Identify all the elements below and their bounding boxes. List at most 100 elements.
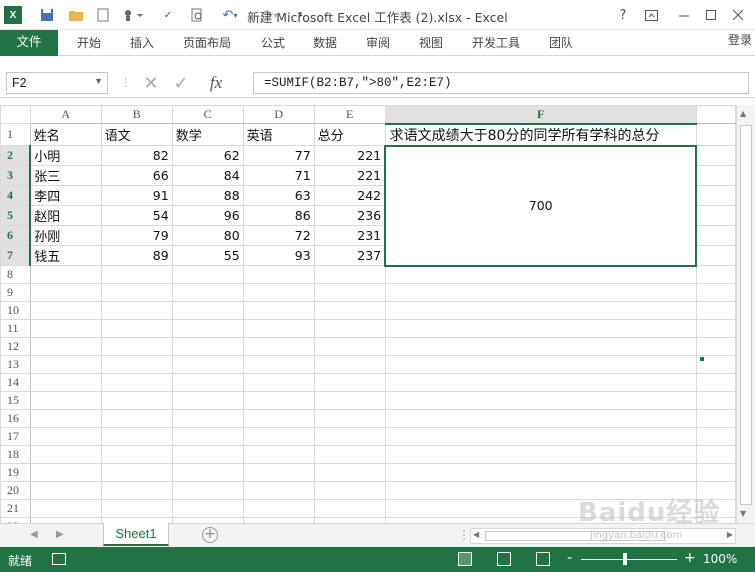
cell-d2[interactable]: 77 [242, 145, 315, 166]
cell[interactable] [242, 427, 315, 446]
cell-c7[interactable]: 55 [171, 245, 244, 266]
vertical-scrollbar[interactable]: ▲ ▼ [736, 105, 755, 523]
previous-sheet-icon[interactable]: ◀ [30, 529, 38, 540]
cell[interactable] [100, 481, 173, 500]
row-header[interactable]: 2 [0, 145, 32, 166]
cell[interactable] [695, 205, 736, 226]
cell[interactable] [242, 283, 315, 302]
cell[interactable] [171, 319, 244, 338]
cell-d7[interactable]: 93 [242, 245, 315, 266]
cell-c1[interactable]: 数学 [171, 123, 244, 146]
cell[interactable] [313, 337, 386, 356]
cell[interactable] [384, 337, 697, 356]
cell-a7[interactable]: 钱五 [29, 245, 102, 266]
row-header[interactable]: 11 [0, 319, 31, 338]
cell[interactable] [384, 301, 697, 320]
cell-d3[interactable]: 71 [242, 165, 315, 186]
row-header[interactable]: 20 [0, 481, 31, 500]
cell[interactable] [100, 499, 173, 518]
column-header-c[interactable]: C [171, 105, 244, 124]
zoom-in-button[interactable]: + [684, 550, 696, 566]
cell[interactable] [171, 301, 244, 320]
cell[interactable] [100, 283, 173, 302]
cell[interactable] [695, 265, 736, 284]
cell[interactable] [242, 265, 315, 284]
minimize-icon[interactable] [673, 5, 695, 25]
cell[interactable] [29, 409, 102, 428]
cell-e2[interactable]: 221 [313, 145, 386, 166]
cell[interactable] [242, 481, 315, 500]
cell-e5[interactable]: 236 [313, 205, 386, 226]
cell[interactable] [695, 337, 736, 356]
cell[interactable] [171, 337, 244, 356]
cell-e3[interactable]: 221 [313, 165, 386, 186]
zoom-slider-thumb[interactable] [623, 553, 627, 565]
cell[interactable] [695, 225, 736, 246]
cell[interactable] [384, 409, 697, 428]
cell[interactable] [171, 499, 244, 518]
row-header[interactable]: 8 [0, 265, 31, 284]
cell[interactable] [29, 391, 102, 410]
tab-insert[interactable]: 插入 [130, 33, 154, 53]
cell-c2[interactable]: 62 [171, 145, 244, 166]
selected-merged-cell-f2[interactable]: 700 [384, 144, 698, 267]
cell-f1[interactable]: 求语文成绩大于80分的同学所有学科的总分 [384, 123, 697, 146]
cell[interactable] [695, 391, 736, 410]
cell[interactable] [313, 319, 386, 338]
cell-e7[interactable]: 237 [313, 245, 386, 266]
cell[interactable] [100, 463, 173, 482]
cell[interactable] [313, 355, 386, 374]
worksheet-grid[interactable]: A B C D E F 1 姓名 语文 数学 英语 总分 求语文成绩大于80分的… [0, 105, 736, 523]
cell-e6[interactable]: 231 [313, 225, 386, 246]
cell[interactable] [100, 265, 173, 284]
zoom-level[interactable]: 100% [703, 552, 737, 566]
tab-review[interactable]: 审阅 [366, 33, 390, 53]
cell-b1[interactable]: 语文 [100, 123, 173, 146]
cell[interactable] [313, 373, 386, 392]
cell[interactable] [695, 463, 736, 482]
maximize-icon[interactable] [700, 5, 722, 25]
cell-b4[interactable]: 91 [100, 185, 173, 206]
sheet-tab-sheet1[interactable]: Sheet1 [103, 523, 169, 546]
add-sheet-icon[interactable]: + [202, 527, 218, 543]
insert-function-icon[interactable]: fx [196, 73, 236, 93]
cell[interactable] [29, 283, 102, 302]
next-sheet-icon[interactable]: ▶ [56, 529, 64, 540]
row-header[interactable]: 12 [0, 337, 31, 356]
cell-a3[interactable]: 张三 [29, 165, 102, 186]
cell[interactable] [695, 245, 736, 266]
cell-c3[interactable]: 84 [171, 165, 244, 186]
tab-home[interactable]: 开始 [77, 33, 101, 53]
cell[interactable] [695, 165, 736, 186]
cell[interactable] [695, 123, 736, 146]
select-all-corner[interactable] [0, 105, 31, 124]
close-icon[interactable] [727, 5, 749, 25]
row-header[interactable]: 7 [0, 245, 32, 266]
row-header[interactable]: 18 [0, 445, 31, 464]
cell-b7[interactable]: 89 [100, 245, 173, 266]
scroll-right-icon[interactable]: ▶ [727, 530, 733, 539]
cell-b6[interactable]: 79 [100, 225, 173, 246]
tab-file[interactable]: 文件 [0, 30, 58, 56]
cell-d4[interactable]: 63 [242, 185, 315, 206]
column-header-e[interactable]: E [313, 105, 386, 124]
cell[interactable] [695, 319, 736, 338]
cell[interactable] [242, 391, 315, 410]
tab-team[interactable]: 团队 [549, 33, 573, 53]
scroll-up-icon[interactable]: ▲ [740, 109, 746, 118]
vertical-scroll-thumb[interactable] [740, 125, 752, 505]
cell[interactable] [100, 319, 173, 338]
cell[interactable] [171, 265, 244, 284]
cell[interactable] [171, 373, 244, 392]
cell[interactable] [384, 427, 697, 446]
cell[interactable] [171, 463, 244, 482]
cell[interactable] [242, 445, 315, 464]
cell[interactable] [313, 499, 386, 518]
cell[interactable] [29, 373, 102, 392]
cell-a1[interactable]: 姓名 [29, 123, 102, 146]
cell[interactable] [29, 445, 102, 464]
cell[interactable] [29, 499, 102, 518]
cell-b3[interactable]: 66 [100, 165, 173, 186]
page-break-view-icon[interactable] [536, 552, 550, 566]
scroll-down-icon[interactable]: ▼ [740, 509, 746, 518]
